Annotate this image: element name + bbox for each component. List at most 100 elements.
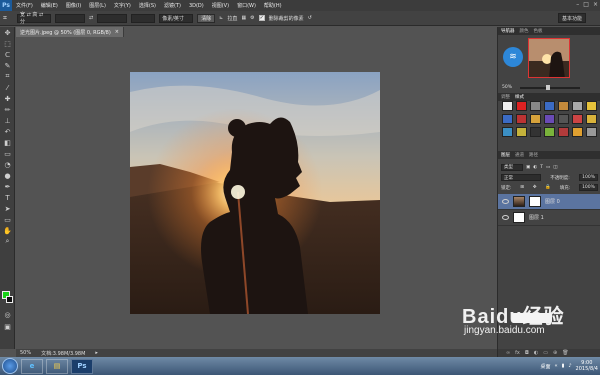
height-field[interactable]	[97, 13, 128, 23]
canvas-area[interactable]	[16, 37, 497, 349]
style-swatch[interactable]	[502, 114, 513, 124]
style-swatch[interactable]	[544, 101, 555, 111]
clear-button[interactable]: 清除	[197, 13, 216, 23]
menu-help[interactable]: 帮助(H)	[260, 2, 286, 9]
marquee-tool-icon[interactable]: ⬚	[0, 38, 15, 49]
resolution-field[interactable]	[131, 13, 156, 23]
crop-tool-icon[interactable]: ⌗	[3, 14, 13, 23]
close-icon[interactable]: ×	[593, 1, 598, 8]
lasso-tool-icon[interactable]: ᑕ	[0, 49, 15, 60]
delete-cropped-checkbox[interactable]: ✓	[258, 15, 265, 21]
layer-filter-select[interactable]: 类型	[501, 163, 523, 171]
add-mask-icon[interactable]: ◘	[525, 350, 529, 356]
grid-overlay-icon[interactable]: ▦	[241, 15, 246, 21]
document-image[interactable]	[130, 72, 380, 314]
style-swatch[interactable]	[544, 127, 555, 137]
quick-mask-icon[interactable]: ◎	[0, 309, 15, 320]
style-swatch[interactable]	[572, 114, 583, 124]
navigator-zoom-slider[interactable]	[520, 87, 580, 89]
document-tab[interactable]: 逆光图片.jpeg @ 50% (图层 0, RGB/8) ×	[16, 27, 124, 37]
shape-tool-icon[interactable]: ▭	[0, 214, 15, 225]
layer-style-icon[interactable]: fx	[515, 350, 520, 356]
navigator-preview[interactable]	[528, 38, 570, 78]
filter-adjust-icon[interactable]: ◐	[533, 165, 537, 170]
desktop-toolbar-label[interactable]: 桌面	[540, 363, 550, 370]
crop-tool-icon[interactable]: ⌗	[0, 71, 15, 82]
screen-mode-icon[interactable]: ▣	[0, 321, 15, 332]
tab-navigator[interactable]: 导航器	[501, 28, 515, 34]
ratio-select[interactable]: 宽 ⇄ 高 ⇄ 分	[17, 12, 51, 25]
style-swatch[interactable]	[530, 101, 541, 111]
eyedropper-tool-icon[interactable]: ⁄	[0, 82, 15, 93]
wifi-icon[interactable]: ≋	[503, 47, 523, 67]
hand-tool-icon[interactable]: ✋	[0, 225, 15, 236]
style-swatch[interactable]	[502, 127, 513, 137]
reset-icon[interactable]: ↺	[308, 15, 312, 21]
style-swatch[interactable]	[586, 101, 597, 111]
path-select-tool-icon[interactable]: ➤	[0, 203, 15, 214]
visibility-eye-icon[interactable]	[502, 199, 509, 204]
quick-select-tool-icon[interactable]: ✎	[0, 60, 15, 71]
style-swatch[interactable]	[530, 127, 541, 137]
minimize-icon[interactable]: –	[576, 1, 579, 8]
layer-row[interactable]: 图层 1	[498, 210, 600, 226]
menu-filter[interactable]: 滤镜(T)	[160, 2, 185, 9]
tab-styles[interactable]: 样式	[515, 94, 524, 100]
workspace-select[interactable]: 基本功能	[557, 13, 586, 23]
tray-arrow-icon[interactable]: «	[555, 363, 558, 369]
lock-position-icon[interactable]: ✥	[533, 185, 537, 190]
menu-window[interactable]: 窗口(W)	[233, 2, 260, 9]
style-swatch[interactable]	[516, 127, 527, 137]
pen-tool-icon[interactable]: ✒	[0, 181, 15, 192]
visibility-eye-icon[interactable]	[502, 215, 509, 220]
style-swatch[interactable]	[502, 101, 513, 111]
menu-3d[interactable]: 3D(D)	[185, 3, 208, 9]
brush-tool-icon[interactable]: ✏	[0, 104, 15, 115]
layer-name[interactable]: 图层 0	[545, 198, 560, 205]
lock-all-icon[interactable]: 🔒	[545, 185, 551, 190]
menu-image[interactable]: 图像(I)	[62, 2, 85, 9]
adjustment-layer-icon[interactable]: ◐	[534, 350, 538, 356]
straighten-icon[interactable]: ⊾	[219, 15, 223, 21]
lock-pixels-icon[interactable]: ⊞	[520, 185, 524, 190]
tab-paths[interactable]: 路径	[529, 152, 538, 158]
style-swatch[interactable]	[530, 114, 541, 124]
tab-layers[interactable]: 图层	[501, 152, 510, 158]
style-swatch[interactable]	[586, 127, 597, 137]
network-icon[interactable]: ▮	[562, 363, 565, 369]
tab-channels[interactable]: 通道	[515, 152, 524, 158]
gradient-tool-icon[interactable]: ▭	[0, 148, 15, 159]
settings-gear-icon[interactable]: ⚙	[250, 15, 254, 21]
link-layers-icon[interactable]: ∞	[506, 350, 510, 356]
history-brush-tool-icon[interactable]: ↶	[0, 126, 15, 137]
close-document-icon[interactable]: ×	[115, 29, 119, 35]
type-tool-icon[interactable]: T	[0, 192, 15, 203]
layer-name[interactable]: 图层 1	[529, 214, 544, 221]
style-swatch[interactable]	[516, 101, 527, 111]
dodge-tool-icon[interactable]: ●	[0, 170, 15, 181]
style-swatch[interactable]	[558, 114, 569, 124]
filter-pixel-icon[interactable]: ▣	[526, 165, 530, 170]
zoom-level[interactable]: 50%	[20, 350, 31, 356]
background-color-swatch[interactable]	[6, 296, 13, 303]
photoshop-taskbar-icon[interactable]: Ps	[71, 358, 93, 374]
filter-shape-icon[interactable]: ▭	[546, 165, 550, 170]
start-button[interactable]	[2, 358, 18, 374]
volume-icon[interactable]: ♪	[568, 363, 571, 369]
style-swatch[interactable]	[558, 127, 569, 137]
filter-smart-icon[interactable]: ◫	[553, 165, 557, 170]
maximize-icon[interactable]: □	[583, 1, 589, 8]
menu-edit[interactable]: 编辑(E)	[37, 2, 62, 9]
style-swatch[interactable]	[544, 114, 555, 124]
blend-mode-select[interactable]: 正常	[501, 174, 541, 181]
menu-layer[interactable]: 图层(L)	[85, 2, 110, 9]
delete-layer-icon[interactable]: 🗑	[562, 350, 568, 356]
style-swatch[interactable]	[572, 101, 583, 111]
tab-color[interactable]: 颜色	[520, 28, 529, 34]
filter-type-icon[interactable]: T	[540, 165, 543, 170]
menu-type[interactable]: 文字(Y)	[110, 2, 135, 9]
tab-adjustments[interactable]: 调整	[501, 94, 510, 100]
move-tool-icon[interactable]: ✥	[0, 27, 15, 38]
new-layer-icon[interactable]: ⊕	[553, 350, 557, 356]
explorer-taskbar-icon[interactable]: ▤	[46, 358, 68, 374]
